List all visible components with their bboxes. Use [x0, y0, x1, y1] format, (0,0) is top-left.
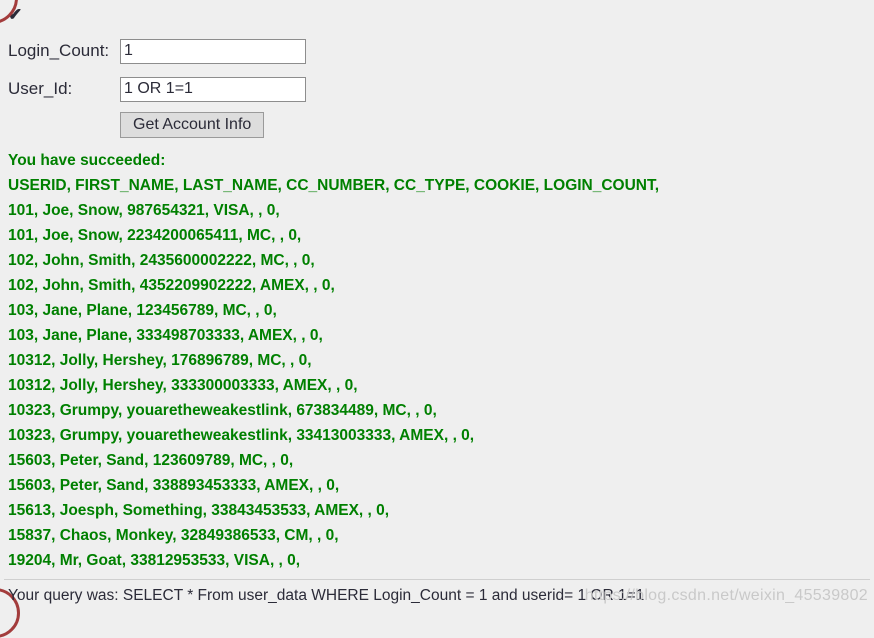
account-lookup-form: Login_Count: User_Id: Get Account Info: [0, 28, 874, 142]
result-row: 10323, Grumpy, youaretheweakestlink, 673…: [8, 402, 437, 419]
result-row: 10312, Jolly, Hershey, 176896789, MC, , …: [8, 352, 312, 369]
result-row: 101, Joe, Snow, 987654321, VISA, , 0,: [8, 202, 280, 219]
results-rows-container: 101, Joe, Snow, 987654321, VISA, , 0, 101…: [8, 198, 874, 573]
result-row: 103, Jane, Plane, 333498703333, AMEX, , …: [8, 327, 323, 344]
user-id-label: User_Id:: [8, 79, 73, 98]
results-header-line: USERID, FIRST_NAME, LAST_NAME, CC_NUMBER…: [8, 177, 660, 194]
user-id-input[interactable]: [120, 76, 306, 102]
login-count-label: Login_Count:: [8, 41, 110, 60]
result-row: 10323, Grumpy, youaretheweakestlink, 334…: [8, 427, 475, 444]
result-row: 10312, Jolly, Hershey, 333300003333, AME…: [8, 377, 358, 394]
result-row: 102, John, Smith, 4352209902222, AMEX, ,…: [8, 277, 335, 294]
result-row: 15837, Chaos, Monkey, 32849386533, CM, ,…: [8, 527, 339, 544]
check-mark-icon: ✔: [8, 5, 23, 24]
login-count-input[interactable]: [120, 38, 306, 64]
submit-row: Get Account Info: [0, 108, 874, 142]
login-count-row: Login_Count:: [0, 32, 874, 70]
query-text: Your query was: SELECT * From user_data …: [8, 587, 645, 604]
get-account-info-button[interactable]: Get Account Info: [120, 112, 265, 138]
result-row: 15603, Peter, Sand, 123609789, MC, , 0,: [8, 452, 294, 469]
status-row: ✔: [0, 0, 874, 28]
results-output: You have succeeded: USERID, FIRST_NAME, …: [0, 142, 874, 573]
success-message: You have succeeded:: [8, 152, 166, 169]
result-row: 101, Joe, Snow, 2234200065411, MC, , 0,: [8, 227, 302, 244]
query-footer: Your query was: SELECT * From user_data …: [0, 579, 874, 615]
result-row: 19204, Mr, Goat, 33812953533, VISA, , 0,: [8, 552, 301, 569]
result-row: 15613, Joesph, Something, 33843453533, A…: [8, 502, 390, 519]
result-row: 103, Jane, Plane, 123456789, MC, , 0,: [8, 302, 277, 319]
user-id-row: User_Id:: [0, 70, 874, 108]
result-row: 102, John, Smith, 2435600002222, MC, , 0…: [8, 252, 315, 269]
result-row: 15603, Peter, Sand, 338893453333, AMEX, …: [8, 477, 340, 494]
